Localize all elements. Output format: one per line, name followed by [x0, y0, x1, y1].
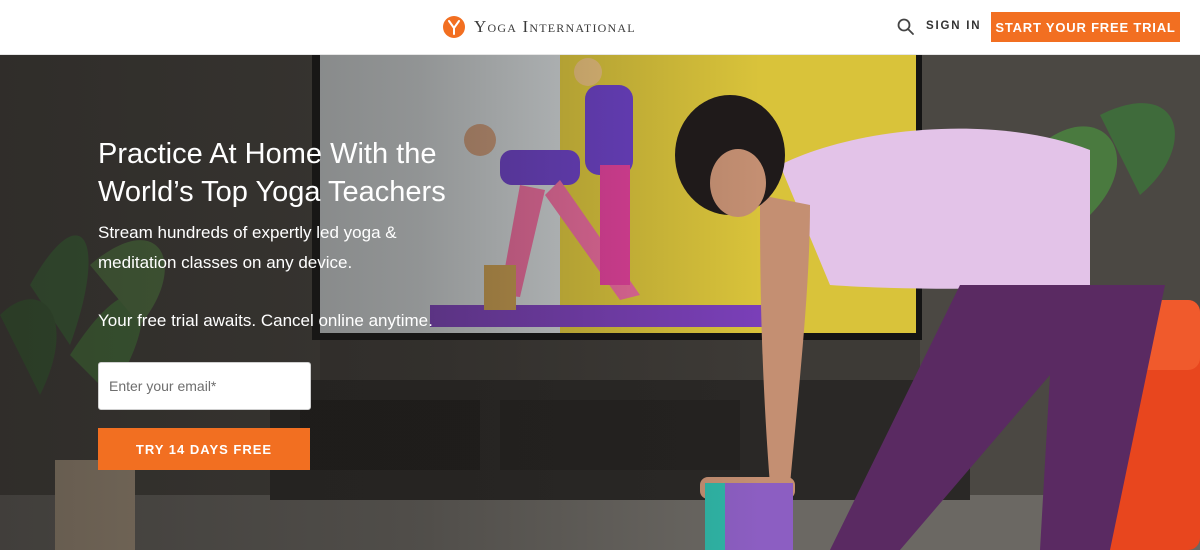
hero-title: Practice At Home With the World’s Top Yo… [98, 138, 446, 208]
brand-name: Yoga International [474, 17, 636, 36]
brand-logo[interactable]: Yoga International [442, 14, 636, 40]
search-icon [897, 18, 914, 35]
start-free-trial-button[interactable]: START YOUR FREE TRIAL [991, 12, 1180, 42]
sign-in-link[interactable]: SIGN IN [926, 20, 981, 32]
hero-text-overlay [0, 55, 760, 550]
email-input[interactable] [98, 362, 311, 410]
try-free-button[interactable]: TRY 14 DAYS FREE [98, 428, 310, 470]
search-button[interactable] [896, 17, 916, 37]
site-header: Yoga International SIGN IN START YOUR FR… [0, 0, 1200, 55]
hero-subtitle: Stream hundreds of expertly led yoga & m… [98, 223, 397, 272]
yoga-international-logo-icon [443, 16, 465, 38]
hero-trial-note: Your free trial awaits. Cancel online an… [98, 311, 433, 330]
hero-section: Practice At Home With the World’s Top Yo… [0, 55, 1200, 550]
